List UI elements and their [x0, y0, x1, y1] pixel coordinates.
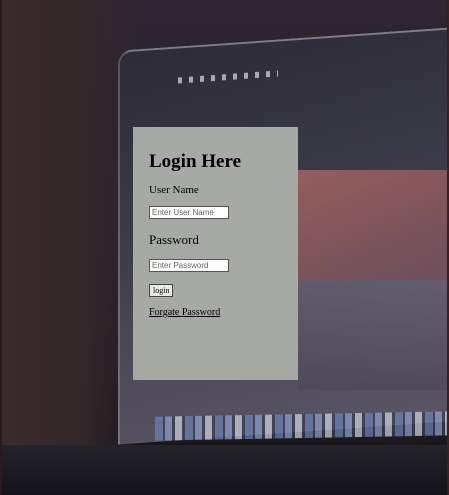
login-button[interactable]: login — [149, 284, 174, 297]
laptop-screen-glow — [298, 170, 449, 280]
login-panel: Login Here User Name Password login Forg… — [133, 127, 298, 380]
forgot-password-link[interactable]: Forgate Password — [149, 307, 220, 319]
laptop-keyboard-image — [0, 445, 449, 495]
password-input[interactable] — [149, 259, 229, 272]
username-input[interactable] — [149, 206, 229, 219]
login-title: Login Here — [149, 151, 242, 172]
laptop-dock-image — [155, 411, 449, 441]
frame-edge-left — [0, 0, 2, 495]
username-label: User Name — [149, 184, 199, 196]
laptop-screen-window — [298, 280, 449, 390]
password-label: Password — [149, 232, 199, 247]
